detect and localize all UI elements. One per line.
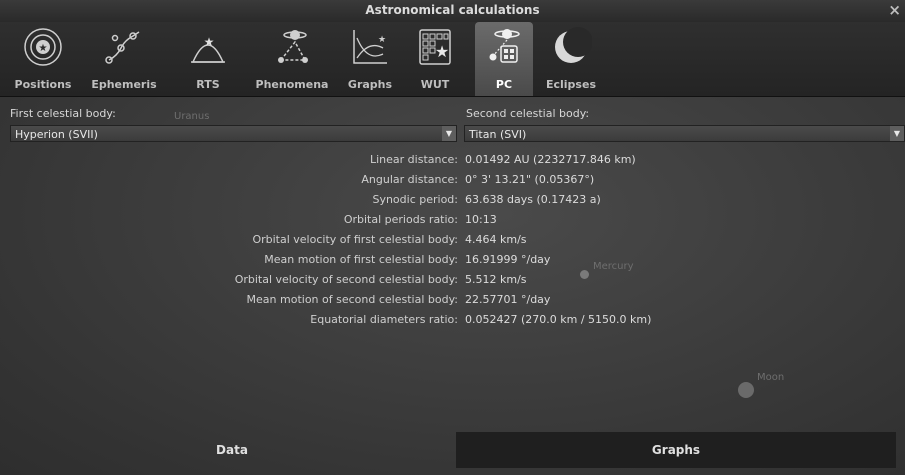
- first-body-label: First celestial body:: [10, 107, 116, 120]
- tab-label: Eclipses: [545, 78, 596, 91]
- phenomena-icon: [278, 30, 308, 63]
- close-icon[interactable]: ×: [888, 1, 901, 19]
- result-value: 0° 3' 13.21" (0.05367°): [465, 173, 595, 186]
- window-title: Astronomical calculations: [365, 3, 540, 17]
- result-row: Equatorial diameters ratio: 0.052427 (27…: [0, 313, 905, 332]
- result-key: Mean motion of second celestial body:: [246, 293, 458, 306]
- result-row: Linear distance: 0.01492 AU (2232717.846…: [0, 153, 905, 172]
- title-bar: Astronomical calculations ×: [0, 0, 905, 23]
- tab-pc[interactable]: PC: [475, 22, 533, 96]
- bottom-tab-graphs[interactable]: Graphs: [456, 432, 896, 468]
- sky-label-moon: Moon: [757, 372, 785, 383]
- bottom-tab-data[interactable]: Data: [8, 432, 456, 468]
- result-value: 22.57701 °/day: [465, 293, 551, 306]
- tab-eclipses[interactable]: Eclipses: [538, 22, 604, 96]
- result-value: 4.464 km/s: [465, 233, 527, 246]
- tab-label: RTS: [196, 78, 220, 91]
- eclipses-icon: [555, 27, 592, 63]
- result-key: Synodic period:: [372, 193, 458, 206]
- result-value: 16.91999 °/day: [465, 253, 551, 266]
- tab-label: PC: [495, 78, 513, 91]
- tab-rts[interactable]: ★ RTS: [186, 22, 230, 96]
- result-value: 5.512 km/s: [465, 273, 527, 286]
- tab-graphs[interactable]: ★ Graphs: [344, 22, 396, 96]
- rts-icon: ★: [191, 35, 225, 63]
- result-key: Orbital velocity of first celestial body…: [252, 233, 458, 246]
- first-body-value: Hyperion (SVII): [15, 128, 98, 141]
- tab-label: WUT: [420, 78, 450, 91]
- result-row: Mean motion of first celestial body: 16.…: [0, 253, 905, 272]
- result-row: Angular distance: 0° 3' 13.21" (0.05367°…: [0, 173, 905, 192]
- tab-label: Ephemeris: [91, 78, 157, 91]
- chevron-down-icon[interactable]: ▼: [890, 126, 904, 141]
- pc-icon: [489, 29, 520, 63]
- second-body-value: Titan (SVI): [469, 128, 527, 141]
- graphs-icon: ★: [353, 30, 387, 64]
- result-value: 63.638 days (0.17423 a): [465, 193, 601, 206]
- tab-positions[interactable]: ★ Positions: [8, 22, 78, 96]
- result-key: Mean motion of first celestial body:: [264, 253, 458, 266]
- result-row: Mean motion of second celestial body: 22…: [0, 293, 905, 312]
- result-value: 0.01492 AU (2232717.846 km): [465, 153, 636, 166]
- wut-icon: ★: [419, 29, 451, 65]
- svg-text:★: ★: [39, 43, 48, 54]
- second-body-select[interactable]: Titan (SVI) ▼: [464, 125, 905, 142]
- sky-label-uranus: Uranus: [174, 111, 210, 122]
- svg-text:★: ★: [204, 35, 215, 49]
- result-key: Linear distance:: [370, 153, 458, 166]
- tab-phenomena[interactable]: Phenomena: [252, 22, 332, 96]
- result-key: Orbital periods ratio:: [343, 213, 458, 226]
- result-key: Orbital velocity of second celestial bod…: [234, 273, 458, 286]
- tab-label: Positions: [14, 78, 72, 91]
- tab-ephemeris[interactable]: Ephemeris: [86, 22, 162, 96]
- svg-text:★: ★: [378, 35, 386, 45]
- chevron-down-icon[interactable]: ▼: [442, 126, 456, 141]
- tab-wut[interactable]: ★ WUT: [412, 22, 458, 96]
- second-body-label: Second celestial body:: [466, 107, 590, 120]
- toolbar: ★ Positions Ephemeris ★ RTS Phenomena ★ …: [0, 22, 905, 97]
- moon-dot: [738, 382, 754, 398]
- tab-label: Graphs: [347, 78, 393, 91]
- result-value: 10:13: [465, 213, 497, 226]
- ephemeris-icon: [105, 31, 140, 64]
- result-key: Angular distance:: [361, 173, 458, 186]
- tab-label: Phenomena: [255, 78, 329, 91]
- result-row: Synodic period: 63.638 days (0.17423 a): [0, 193, 905, 212]
- result-row: Orbital velocity of second celestial bod…: [0, 273, 905, 292]
- result-row: Orbital periods ratio: 10:13: [0, 213, 905, 232]
- result-value: 0.052427 (270.0 km / 5150.0 km): [465, 313, 652, 326]
- first-body-select[interactable]: Hyperion (SVII) ▼: [10, 125, 457, 142]
- result-key: Equatorial diameters ratio:: [310, 313, 458, 326]
- positions-icon: ★: [24, 28, 62, 66]
- result-row: Orbital velocity of first celestial body…: [0, 233, 905, 252]
- svg-text:★: ★: [435, 42, 449, 61]
